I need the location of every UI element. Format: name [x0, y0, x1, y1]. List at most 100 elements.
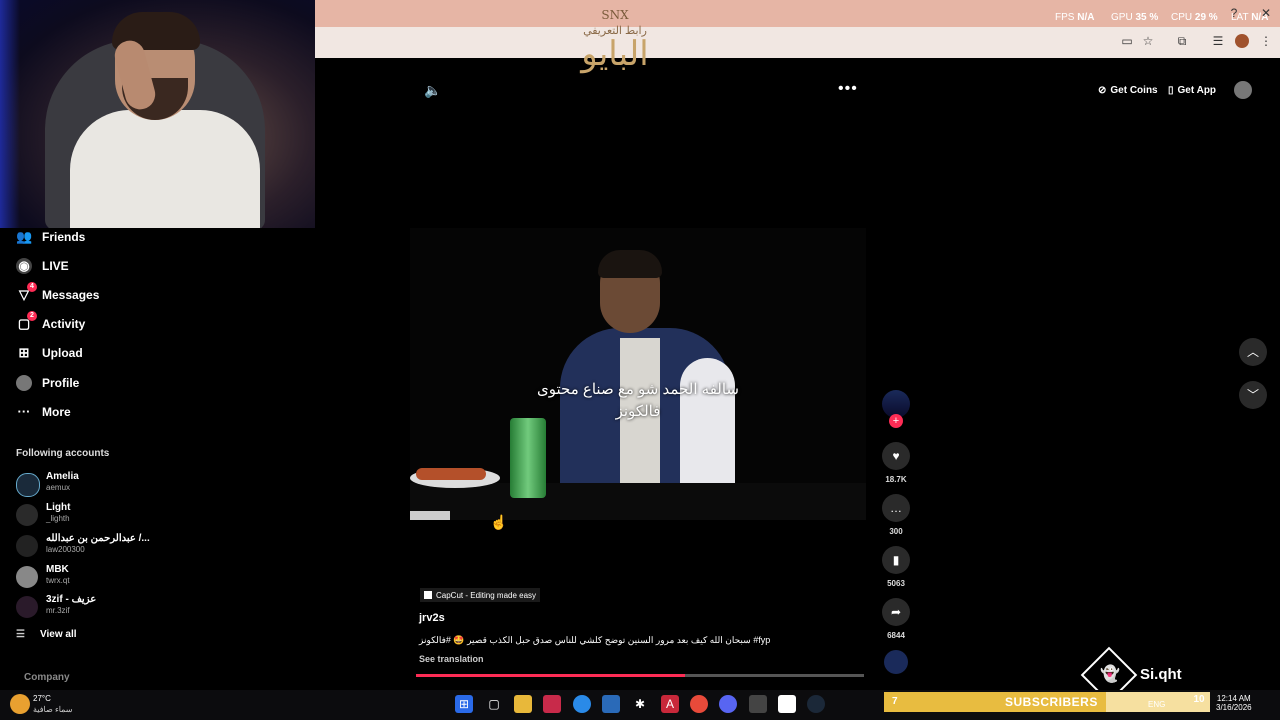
star-icon[interactable]: ☆	[1141, 34, 1155, 48]
extensions-icon[interactable]: ⧉	[1175, 34, 1189, 48]
coin-icon: ⊘	[1098, 84, 1107, 96]
get-coins-button[interactable]: ⊘ Get Coins	[1092, 80, 1164, 100]
video-glass	[510, 418, 546, 498]
sidebar-item-live[interactable]: ◉ LIVE	[16, 255, 69, 277]
bookmark-icon: ▮	[882, 546, 910, 574]
obs-icon[interactable]	[749, 695, 767, 713]
messages-icon: ▽ 4	[16, 282, 37, 303]
logo-mark: SNX	[601, 8, 629, 22]
sidebar-item-friends[interactable]: 👥 Friends	[16, 226, 85, 248]
avatar	[16, 596, 38, 618]
language-indicator[interactable]: ENG	[1148, 700, 1165, 709]
weather-description: سماء صافية	[33, 705, 73, 714]
start-icon[interactable]: ⊞	[455, 695, 473, 713]
save-button[interactable]: ▮ 5063	[882, 546, 910, 588]
weather-icon[interactable]	[10, 694, 30, 714]
user-avatar[interactable]	[1234, 81, 1252, 99]
browser-toolbar	[315, 27, 1280, 58]
avatar	[16, 504, 38, 526]
app-icon[interactable]	[543, 695, 561, 713]
video-napkin	[410, 511, 450, 520]
temperature: 27°C	[33, 694, 51, 703]
account-handle: aemux	[46, 483, 71, 492]
like-count: 18.7K	[885, 475, 907, 484]
comment-icon: …	[882, 494, 910, 522]
video-subject-hair	[598, 250, 662, 278]
live-icon: ◉	[16, 258, 32, 274]
sidebar-item-profile[interactable]: Profile	[16, 372, 79, 394]
steam-icon[interactable]	[807, 695, 825, 713]
share-button[interactable]: ➦ 6844	[882, 598, 910, 640]
reading-list-icon[interactable]: ☰	[1211, 34, 1225, 48]
video-player[interactable]	[410, 228, 866, 520]
following-accounts-title: Following accounts	[16, 448, 110, 459]
system-clock[interactable]: 12:14 AM 3/16/2026	[1216, 694, 1252, 712]
notification-count[interactable]: 10	[1188, 694, 1210, 710]
follow-plus-icon[interactable]: +	[889, 414, 903, 428]
menu-icon[interactable]: ⋮	[1259, 34, 1273, 48]
capcut-taskbar-icon[interactable]	[778, 695, 796, 713]
help-icon[interactable]: ?	[1227, 6, 1241, 20]
avatar	[16, 535, 38, 557]
upload-icon: ⊞	[18, 345, 30, 360]
share-icon: ➦	[882, 598, 910, 626]
video-author[interactable]: jrv2s	[419, 612, 445, 624]
avatar	[16, 566, 38, 588]
discord-icon[interactable]	[719, 695, 737, 713]
get-app-button[interactable]: ▯ Get App	[1162, 80, 1222, 100]
comment-button[interactable]: … 300	[882, 494, 910, 536]
chevron-up-icon: ︿	[1246, 345, 1259, 359]
account-name: 3zif - عزيف	[46, 594, 97, 605]
more-icon: ···	[17, 404, 31, 419]
edge-icon[interactable]	[573, 695, 591, 713]
view-all-link[interactable]: ☰ View all	[16, 629, 77, 640]
capcut-tag[interactable]: CapCut - Editing made easy	[420, 588, 541, 602]
close-icon[interactable]: ✕	[1259, 6, 1273, 20]
activity-icon: ▢ 2	[16, 311, 37, 332]
stream-logo: SNX رابط التعريفي البايو	[560, 8, 670, 88]
task-view-icon[interactable]: ▢	[485, 695, 503, 713]
capcut-label: CapCut - Editing made easy	[436, 590, 537, 600]
clock-time: 12:14 AM	[1216, 694, 1251, 703]
previous-video-button[interactable]: ︿	[1239, 338, 1267, 366]
avatar	[16, 473, 40, 497]
account-handle: mr.3zif	[46, 606, 70, 615]
cam-light	[0, 0, 20, 228]
gpu-stat: GPU 35 %	[1111, 12, 1159, 23]
video-progress-bar[interactable]	[416, 674, 864, 677]
save-count: 5063	[887, 579, 905, 588]
chrome-icon[interactable]	[690, 695, 708, 713]
sidebar-item-messages[interactable]: ▽ 4 Messages	[16, 282, 99, 306]
account-name: عبدالرحمن بن عبدالله /...	[46, 533, 150, 544]
video-caption-line-2: فالكونز	[615, 403, 661, 420]
see-translation-link[interactable]: See translation	[419, 654, 484, 664]
cast-icon[interactable]: ▭	[1120, 34, 1134, 48]
file-explorer-icon[interactable]	[514, 695, 532, 713]
friends-icon: 👥	[16, 229, 33, 244]
phone-icon: ▯	[1168, 84, 1174, 96]
music-disc-icon[interactable]	[884, 650, 908, 674]
store-icon[interactable]	[602, 695, 620, 713]
sidebar-item-upload[interactable]: ⊞ Upload	[16, 342, 83, 364]
volume-icon[interactable]: 🔈	[424, 82, 441, 99]
like-button[interactable]: ♥ 18.7K	[882, 442, 910, 484]
sidebar-item-label: LIVE	[42, 259, 69, 273]
sidebar-item-activity[interactable]: ▢ 2 Activity	[16, 311, 85, 335]
list-icon: ☰	[16, 629, 25, 640]
adobe-icon[interactable]: A	[661, 695, 679, 713]
account-handle: law200300	[46, 545, 85, 554]
fps-stat: FPS N/A	[1055, 12, 1095, 23]
subscriber-count: 7	[892, 696, 898, 707]
video-caption-line-1: سالفه الحمد شو مع صناع محتوى	[537, 381, 739, 398]
webcam-overlay	[0, 0, 315, 228]
sidebar-item-more[interactable]: ··· More	[16, 401, 71, 423]
profile-avatar[interactable]	[1235, 34, 1249, 48]
subscribers-label: SUBSCRIBERS	[1005, 695, 1098, 709]
video-description: سبحان الله كيف بعد مرور السنين توضح كلشي…	[419, 635, 771, 645]
next-video-button[interactable]: ﹀	[1239, 381, 1267, 409]
openai-icon[interactable]: ✱	[631, 695, 649, 713]
clock-date: 3/16/2026	[1216, 703, 1252, 712]
account-handle: twrx.qt	[46, 576, 70, 585]
more-options-icon[interactable]: •••	[838, 80, 858, 98]
company-link[interactable]: Company	[24, 672, 70, 683]
